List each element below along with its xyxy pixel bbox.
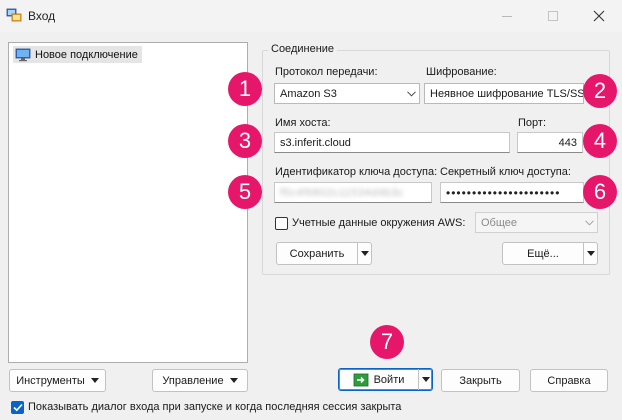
- site-item-new-connection[interactable]: Новое подключение: [13, 46, 142, 63]
- access-key-input[interactable]: f5c4f6802c11534d4b3c: [274, 182, 432, 203]
- secret-key-value: ••••••••••••••••••••••: [446, 185, 561, 200]
- port-value: 443: [558, 136, 577, 149]
- annotation-badge-1: 1: [228, 72, 262, 106]
- maximize-button[interactable]: [530, 0, 576, 32]
- check-icon: [12, 403, 23, 412]
- save-button-label: Сохранить: [289, 247, 345, 260]
- site-list[interactable]: Новое подключение: [8, 42, 248, 363]
- help-button[interactable]: Справка: [530, 369, 608, 392]
- host-value: s3.inferit.cloud: [280, 136, 351, 149]
- close-window-button[interactable]: [576, 0, 622, 32]
- secret-key-label: Секретный ключ доступа:: [440, 166, 571, 178]
- login-button[interactable]: Войти: [338, 368, 433, 391]
- show-dialog-label: Показывать диалог входа при запуске и ко…: [28, 401, 402, 413]
- port-input[interactable]: 443: [517, 132, 583, 153]
- encryption-label: Шифрование:: [426, 66, 497, 78]
- access-key-label: Идентификатор ключа доступа:: [275, 166, 438, 178]
- window-title: Вход: [28, 9, 56, 23]
- more-button[interactable]: Ещё...: [502, 242, 598, 265]
- aws-profile-value: Общее: [481, 216, 518, 229]
- protocol-select[interactable]: Amazon S3: [274, 83, 420, 104]
- access-key-value: f5c4f6802c11534d4b3c: [280, 186, 404, 199]
- monitor-icon: [15, 48, 31, 61]
- encryption-value: Неявное шифрование TLS/SSL: [430, 87, 583, 100]
- more-button-label: Ещё...: [527, 247, 559, 260]
- tools-button[interactable]: Инструменты: [9, 369, 106, 392]
- encryption-select[interactable]: Неявное шифрование TLS/SSL: [424, 83, 584, 104]
- manage-button-label: Управление: [162, 374, 224, 387]
- login-button-label: Войти: [373, 373, 405, 386]
- caret-down-icon: [229, 378, 238, 383]
- chevron-down-icon: [581, 213, 597, 232]
- aws-env-checkbox[interactable]: [275, 217, 288, 230]
- connection-caption: Соединение: [268, 43, 338, 55]
- annotation-badge-2: 2: [583, 74, 617, 108]
- annotation-badge-6: 6: [583, 175, 617, 209]
- close-button[interactable]: Закрыть: [441, 369, 520, 392]
- login-icon: [353, 373, 368, 386]
- annotation-badge-4: 4: [583, 124, 617, 158]
- caret-down-icon: [360, 251, 369, 256]
- annotation-badge-5: 5: [228, 175, 262, 209]
- show-dialog-checkbox[interactable]: [11, 401, 24, 414]
- annotation-badge-3: 3: [228, 124, 262, 158]
- host-input[interactable]: s3.inferit.cloud: [274, 132, 510, 153]
- port-label: Порт:: [518, 117, 546, 129]
- save-button[interactable]: Сохранить: [276, 242, 372, 265]
- login-dropdown[interactable]: [418, 369, 432, 390]
- aws-profile-select[interactable]: Общее: [475, 212, 598, 233]
- caret-down-icon: [90, 378, 99, 383]
- protocol-value: Amazon S3: [280, 87, 337, 100]
- app-icon: [6, 8, 22, 22]
- minimize-icon: [502, 15, 512, 17]
- host-label: Имя хоста:: [275, 117, 331, 129]
- login-button-main[interactable]: Войти: [339, 369, 418, 390]
- caret-down-icon: [586, 251, 595, 256]
- annotation-badge-7: 7: [370, 325, 404, 359]
- protocol-label: Протокол передачи:: [275, 66, 378, 78]
- maximize-icon: [548, 11, 558, 21]
- close-icon: [593, 10, 605, 22]
- save-dropdown[interactable]: [357, 243, 371, 264]
- secret-key-input[interactable]: ••••••••••••••••••••••: [440, 182, 584, 203]
- tools-button-label: Инструменты: [16, 374, 85, 387]
- manage-button[interactable]: Управление: [152, 369, 248, 392]
- chevron-down-icon: [403, 84, 419, 103]
- more-dropdown[interactable]: [583, 243, 597, 264]
- caret-down-icon: [421, 377, 430, 382]
- site-item-label: Новое подключение: [35, 48, 138, 61]
- minimize-button[interactable]: [484, 0, 530, 32]
- aws-env-label: Учетные данные окружения AWS:: [292, 217, 466, 229]
